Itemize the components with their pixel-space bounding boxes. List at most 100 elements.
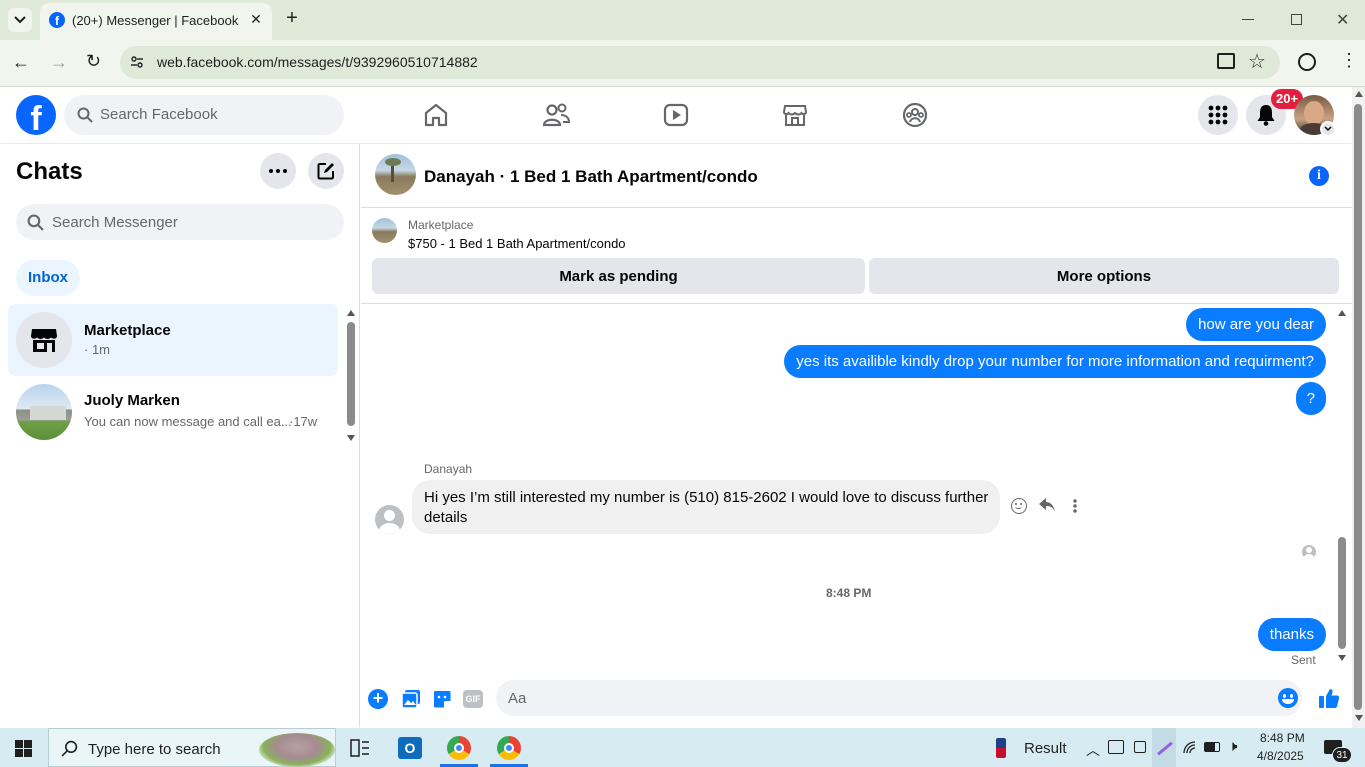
forward-icon[interactable]: → (50, 52, 68, 73)
back-icon[interactable]: ← (12, 52, 30, 73)
incoming-message-bubble[interactable]: Hi yes I’m still interested my number is… (412, 480, 1000, 534)
browser-tab-strip: f (20+) Messenger | Facebook ✕ + ✕ (0, 0, 1365, 40)
sender-avatar[interactable] (375, 505, 404, 534)
scroll-up-arrow-icon[interactable] (347, 310, 355, 316)
menu-grid-icon[interactable] (1198, 95, 1238, 135)
search-icon (61, 740, 78, 762)
site-info-icon[interactable] (130, 55, 144, 69)
chat-list-scrollbar[interactable] (346, 306, 356, 446)
chat-options-button[interactable] (260, 153, 296, 189)
chat-list-item[interactable]: Juoly Marken You can now message and cal… (8, 376, 338, 448)
conversation-header: Danayah · 1 Bed 1 Bath Apartment/condo i (361, 144, 1352, 208)
chats-title: Chats (16, 158, 83, 185)
outgoing-message-bubble[interactable]: ? (1295, 382, 1326, 415)
gif-icon[interactable]: GIF (463, 690, 483, 708)
close-window-icon[interactable]: ✕ (1336, 10, 1349, 30)
search-icon (27, 214, 44, 236)
chrome-icon[interactable] (447, 736, 471, 760)
video-icon[interactable] (660, 101, 692, 129)
battery-icon[interactable] (1204, 742, 1220, 752)
bookmark-star-icon[interactable]: ☆ (1248, 49, 1266, 74)
news-widget-icon[interactable] (996, 738, 1006, 758)
reply-icon[interactable] (1038, 497, 1056, 518)
composer-placeholder: Aa (508, 690, 527, 707)
facebook-search-input[interactable]: Search Facebook (64, 95, 344, 135)
taskbar-search-box[interactable]: Type here to search (48, 728, 336, 767)
friends-icon[interactable] (540, 101, 572, 129)
divider (361, 303, 1352, 304)
chrome-profile-icon[interactable] (497, 736, 521, 760)
address-bar[interactable]: web.facebook.com/messages/t/939296051071… (120, 46, 1280, 79)
info-icon[interactable]: i (1309, 166, 1329, 186)
more-actions-plus-icon[interactable]: + (368, 689, 388, 709)
listing-thumbnail[interactable] (372, 218, 397, 243)
facebook-header: f Search Facebook 20+ (0, 87, 1352, 143)
clock-date[interactable]: 4/8/2025 (1257, 749, 1304, 763)
outlook-icon[interactable]: O (398, 737, 422, 759)
more-options-button[interactable]: More options (869, 258, 1339, 294)
taskbar-search-placeholder: Type here to search (88, 741, 221, 758)
wifi-icon[interactable] (1182, 740, 1198, 759)
message-composer-input[interactable]: Aa (496, 680, 1302, 716)
news-widget-text[interactable]: Result (1024, 740, 1067, 757)
tab-list-icon[interactable] (8, 8, 32, 32)
like-thumbs-up-icon[interactable] (1318, 687, 1340, 714)
new-tab-icon[interactable]: + (282, 8, 302, 28)
incoming-sender-name: Danayah (424, 462, 473, 476)
scroll-down-arrow-icon[interactable] (347, 435, 355, 441)
chats-sidebar: Chats Search Messenger Inbox Marketplace… (0, 144, 360, 727)
marketplace-avatar (16, 312, 72, 368)
scroll-down-arrow-icon[interactable] (1355, 715, 1363, 721)
reload-icon[interactable]: ↻ (86, 51, 101, 72)
emoji-icon[interactable] (1278, 688, 1298, 708)
listing-title[interactable]: $750 - 1 Bed 1 Bath Apartment/condo (408, 236, 626, 251)
facebook-logo[interactable]: f (16, 95, 56, 135)
new-message-button[interactable] (308, 153, 344, 189)
tray-meet-icon[interactable] (1134, 741, 1146, 753)
browser-tab[interactable]: f (20+) Messenger | Facebook ✕ (40, 3, 272, 40)
listing-avatar[interactable] (375, 154, 416, 195)
messenger-search-input[interactable]: Search Messenger (16, 204, 344, 240)
scroll-up-arrow-icon[interactable] (1355, 91, 1363, 97)
chat-list-item[interactable]: Marketplace · 1m (8, 304, 338, 376)
show-hidden-icons-chevron[interactable]: ︿ (1086, 740, 1100, 760)
groups-icon[interactable] (899, 101, 931, 129)
restore-icon[interactable] (1291, 14, 1302, 25)
attach-photo-icon[interactable] (401, 689, 421, 714)
marketplace-icon[interactable] (779, 101, 811, 129)
more-actions-icon[interactable] (1073, 499, 1077, 518)
task-view-icon[interactable] (350, 739, 370, 762)
marketplace-label: Marketplace (408, 218, 474, 232)
tray-app-icon[interactable] (1108, 740, 1124, 754)
outgoing-message-bubble[interactable]: thanks (1257, 618, 1326, 651)
page-scrollbar[interactable] (1352, 87, 1365, 728)
minimize-icon[interactable] (1242, 19, 1254, 20)
scroll-down-arrow-icon[interactable] (1338, 655, 1346, 661)
tab-close-icon[interactable]: ✕ (248, 11, 264, 27)
account-chevron-icon[interactable] (1320, 121, 1336, 137)
conversation-scrollbar[interactable] (1337, 308, 1347, 666)
message-timestamp: 8:48 PM (826, 586, 872, 600)
inbox-filter-chip[interactable]: Inbox (16, 260, 80, 296)
volume-muted-icon[interactable]: 🕨 (1228, 738, 1237, 755)
tray-pen-icon[interactable] (1152, 728, 1176, 767)
search-icon (77, 107, 93, 128)
outgoing-message-bubble[interactable]: yes its availible kindly drop your numbe… (784, 345, 1326, 378)
react-emoji-icon[interactable] (1011, 498, 1027, 514)
browser-toolbar: ← → ↻ web.facebook.com/messages/t/939296… (0, 40, 1365, 87)
install-app-icon[interactable] (1217, 53, 1235, 69)
messenger-search-placeholder: Search Messenger (52, 214, 178, 231)
sticker-icon[interactable] (432, 689, 452, 714)
mark-as-pending-button[interactable]: Mark as pending (372, 258, 865, 294)
home-icon[interactable] (420, 101, 452, 129)
chat-preview: You can now message and call ea... (84, 414, 292, 429)
url-text: web.facebook.com/messages/t/939296051071… (157, 54, 478, 70)
conversation-title[interactable]: Danayah · 1 Bed 1 Bath Apartment/condo (424, 167, 758, 187)
windows-start-icon[interactable] (15, 740, 32, 762)
browser-menu-icon[interactable]: ⋮ (1340, 50, 1358, 71)
scroll-up-arrow-icon[interactable] (1338, 310, 1346, 316)
read-receipt-avatar (1302, 545, 1316, 559)
profile-icon[interactable] (1298, 53, 1316, 71)
clock-time[interactable]: 8:48 PM (1260, 731, 1305, 745)
outgoing-message-bubble[interactable]: how are you dear (1186, 308, 1326, 341)
